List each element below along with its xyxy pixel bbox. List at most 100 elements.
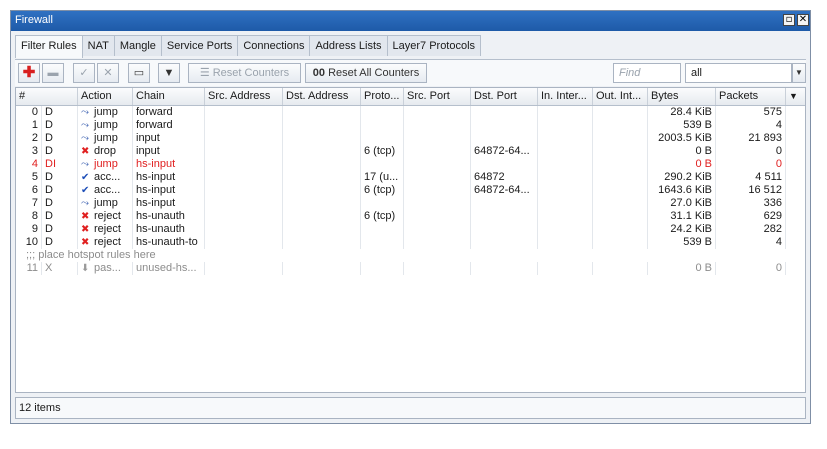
row-empty-cell: [538, 262, 593, 275]
row-num: 6: [16, 184, 42, 197]
table-row[interactable]: 8 D ✖ reject hs-unauth 6 (tcp) 31.1 KiB 629: [16, 210, 805, 223]
row-empty-cell: [538, 106, 593, 119]
row-bytes: 0 B: [648, 262, 716, 275]
row-action-label: reject: [94, 210, 121, 222]
filter-dropdown-button[interactable]: ▼: [792, 63, 806, 83]
col-dst-address[interactable]: Dst. Address: [283, 88, 361, 105]
table-row[interactable]: 4 DI ⤳ jump hs-input 0 B0: [16, 158, 805, 171]
tab-filter-rules[interactable]: Filter Rules: [15, 35, 83, 58]
table-row[interactable]: 6 D ✔ acc... hs-input 6 (tcp) 64872-64... 1643.…: [16, 184, 805, 197]
filter-button[interactable]: ▼: [158, 63, 180, 83]
row-bytes: 539 B: [648, 119, 716, 132]
col-number[interactable]: #: [16, 88, 78, 105]
row-action-label: jump: [94, 119, 118, 131]
col-protocol[interactable]: Proto...: [361, 88, 404, 105]
tab-layer7-protocols[interactable]: Layer7 Protocols: [386, 35, 482, 56]
tab-service-ports[interactable]: Service Ports: [160, 35, 239, 56]
row-empty-cell: [283, 132, 361, 145]
row-action: ⤳ jump: [78, 132, 133, 145]
row-chain: hs-input: [133, 197, 205, 210]
disable-button[interactable]: ✕: [97, 63, 119, 83]
row-dst-port: [471, 106, 538, 119]
row-flag: DI: [42, 158, 78, 171]
row-empty-cell: [538, 236, 593, 249]
row-empty-cell: [283, 262, 361, 275]
enable-button[interactable]: ✓: [73, 63, 95, 83]
row-proto: [361, 262, 404, 275]
col-chain[interactable]: Chain: [133, 88, 205, 105]
row-empty-cell: [283, 106, 361, 119]
row-packets: 4: [716, 236, 786, 249]
add-button[interactable]: ✚: [18, 63, 40, 83]
row-empty-cell: [538, 197, 593, 210]
tab-nat[interactable]: NAT: [81, 35, 115, 56]
find-input[interactable]: Find: [613, 63, 681, 83]
row-empty-cell: [283, 184, 361, 197]
row-action: ✖ drop: [78, 145, 133, 158]
table-row[interactable]: 3 D ✖ drop input 6 (tcp) 64872-64... 0 B0: [16, 145, 805, 158]
firewall-window: Firewall ▫ ✕ Filter Rules NAT Mangle Ser…: [10, 10, 811, 424]
close-icon[interactable]: ✕: [797, 14, 809, 26]
tab-address-lists[interactable]: Address Lists: [309, 35, 388, 56]
reset-all-counters-button[interactable]: 00 Reset All Counters: [305, 63, 427, 83]
row-num: 10: [16, 236, 42, 249]
table-row[interactable]: 7 D ⤳ jump hs-input 27.0 KiB 336: [16, 197, 805, 210]
tab-mangle[interactable]: Mangle: [113, 35, 162, 56]
row-action: ✖ reject: [78, 236, 133, 249]
row-proto: [361, 197, 404, 210]
row-action: ✖ reject: [78, 223, 133, 236]
comment-row[interactable]: ;;; place hotspot rules here: [16, 249, 805, 262]
jump-icon: ⤳: [81, 133, 89, 144]
row-packets: 629: [716, 210, 786, 223]
col-src-port[interactable]: Src. Port: [404, 88, 471, 105]
row-packets: 4 511: [716, 171, 786, 184]
table-row[interactable]: 10 D ✖ reject hs-unauth-to 539 B4: [16, 236, 805, 249]
chevron-down-icon: ▼: [789, 91, 798, 101]
row-dst-port: 64872: [471, 171, 538, 184]
columns-menu-button[interactable]: ▼: [786, 88, 805, 105]
row-action: ⤳ jump: [78, 119, 133, 132]
comment-button[interactable]: ▭: [128, 63, 150, 83]
col-src-address[interactable]: Src. Address: [205, 88, 283, 105]
table-row[interactable]: 1 D ⤳ jump forward 539 B4: [16, 119, 805, 132]
table-row[interactable]: 9 D ✖ reject hs-unauth 24.2 KiB 282: [16, 223, 805, 236]
table-row[interactable]: 11 X ⬇ pas... unused-hs... 0 B0: [16, 262, 805, 275]
row-empty-cell: [205, 171, 283, 184]
status-bar: 12 items: [15, 397, 806, 419]
row-chain: input: [133, 132, 205, 145]
row-empty-cell: [593, 236, 648, 249]
row-flag: D: [42, 184, 78, 197]
row-flag: D: [42, 145, 78, 158]
title-bar[interactable]: Firewall ▫ ✕: [11, 11, 810, 31]
col-bytes[interactable]: Bytes: [648, 88, 716, 105]
col-out-interface[interactable]: Out. Int...: [593, 88, 648, 105]
col-in-interface[interactable]: In. Inter...: [538, 88, 593, 105]
row-proto: [361, 158, 404, 171]
row-packets: 0: [716, 262, 786, 275]
passthrough-icon: ⬇: [81, 263, 90, 274]
row-chain: hs-unauth-to: [133, 236, 205, 249]
row-packets: 336: [716, 197, 786, 210]
reset-counters-button[interactable]: ☰ Reset Counters: [188, 63, 301, 83]
row-action-label: jump: [94, 132, 118, 144]
row-bytes: 0 B: [648, 145, 716, 158]
row-action: ✔ acc...: [78, 171, 133, 184]
row-packets: 0: [716, 145, 786, 158]
row-num: 0: [16, 106, 42, 119]
tab-connections[interactable]: Connections: [237, 35, 311, 56]
col-action[interactable]: Action: [78, 88, 133, 105]
row-packets: 4: [716, 119, 786, 132]
maximize-icon[interactable]: ▫: [783, 14, 795, 26]
row-num: 4: [16, 158, 42, 171]
table-row[interactable]: 0 D ⤳ jump forward 28.4 KiB 575: [16, 106, 805, 119]
row-action-label: jump: [94, 158, 118, 170]
table-row[interactable]: 5 D ✔ acc... hs-input 17 (u... 64872 290.2 KiB 4…: [16, 171, 805, 184]
row-action: ✔ acc...: [78, 184, 133, 197]
table-row[interactable]: 2 D ⤳ jump input 2003.5 KiB 21 893: [16, 132, 805, 145]
remove-button[interactable]: ▬: [42, 63, 64, 83]
filter-select[interactable]: all: [685, 63, 792, 83]
col-dst-port[interactable]: Dst. Port: [471, 88, 538, 105]
row-dst-port: [471, 158, 538, 171]
row-dst-port: [471, 132, 538, 145]
col-packets[interactable]: Packets: [716, 88, 786, 105]
